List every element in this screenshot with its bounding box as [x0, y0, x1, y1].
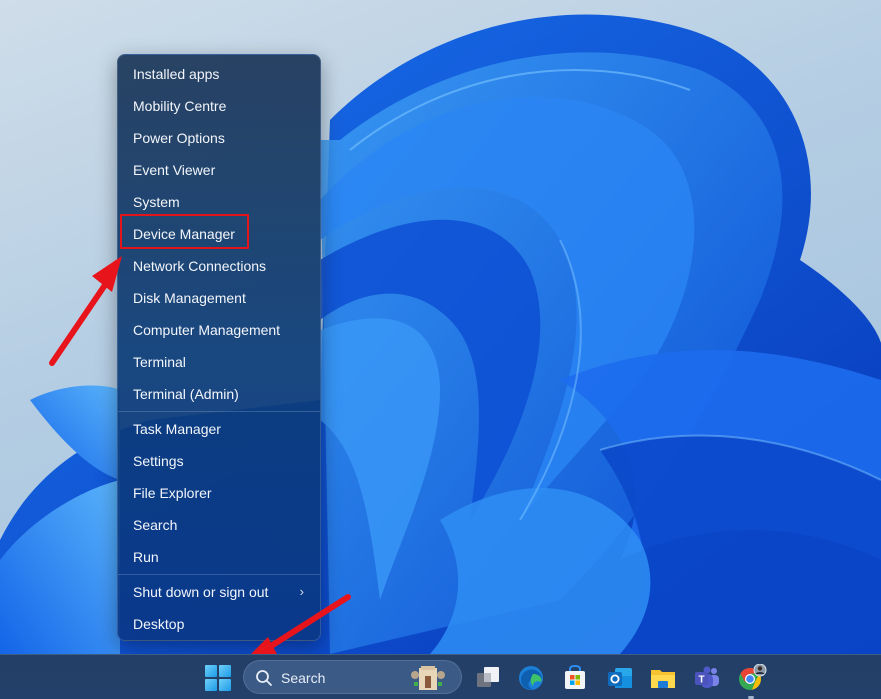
- menu-item-shut-down-or-sign-out[interactable]: Shut down or sign out ›: [118, 576, 320, 608]
- menu-item-installed-apps[interactable]: Installed apps: [118, 58, 320, 90]
- task-view-icon: [477, 667, 499, 687]
- taskbar-app-teams[interactable]: T: [693, 664, 721, 692]
- menu-item-desktop[interactable]: Desktop: [118, 608, 320, 640]
- folder-icon: [651, 670, 675, 688]
- taskbar-app-chrome[interactable]: [737, 663, 767, 692]
- menu-item-run[interactable]: Run: [118, 541, 320, 573]
- menu-item-network-connections[interactable]: Network Connections: [118, 250, 320, 282]
- start-button[interactable]: [205, 665, 231, 691]
- teams-icon: T: [695, 666, 719, 688]
- search-highlight-illustration-icon: [411, 666, 445, 690]
- menu-item-terminal[interactable]: Terminal: [118, 346, 320, 378]
- menu-item-file-explorer[interactable]: File Explorer: [118, 477, 320, 509]
- chrome-icon: [739, 663, 767, 690]
- menu-item-event-viewer[interactable]: Event Viewer: [118, 154, 320, 186]
- search-icon: [256, 670, 272, 686]
- menu-separator: [118, 411, 320, 412]
- menu-item-disk-management[interactable]: Disk Management: [118, 282, 320, 314]
- menu-separator: [118, 574, 320, 575]
- outlook-icon: [608, 668, 632, 688]
- windows-logo-icon: [205, 665, 231, 691]
- menu-item-device-manager[interactable]: Device Manager: [118, 218, 320, 250]
- menu-item-power-options[interactable]: Power Options: [118, 122, 320, 154]
- menu-item-system[interactable]: System: [118, 186, 320, 218]
- store-icon: [565, 664, 585, 689]
- menu-item-search[interactable]: Search: [118, 509, 320, 541]
- taskbar-app-task-view[interactable]: [474, 664, 502, 692]
- chevron-right-icon: ›: [299, 584, 304, 599]
- taskbar-app-edge[interactable]: [517, 664, 545, 692]
- menu-item-settings[interactable]: Settings: [118, 445, 320, 477]
- power-user-menu: Installed apps Mobility Centre Power Opt…: [117, 54, 321, 641]
- svg-text:T: T: [698, 675, 704, 686]
- taskbar-app-file-explorer[interactable]: [649, 664, 677, 692]
- menu-item-mobility-centre[interactable]: Mobility Centre: [118, 90, 320, 122]
- menu-item-task-manager[interactable]: Task Manager: [118, 413, 320, 445]
- menu-item-terminal-admin[interactable]: Terminal (Admin): [118, 378, 320, 410]
- edge-icon: [519, 666, 543, 690]
- menu-item-label: Shut down or sign out: [133, 584, 269, 600]
- taskbar-app-store[interactable]: [561, 664, 589, 692]
- taskbar-search-box[interactable]: Search: [243, 660, 462, 694]
- menu-item-computer-management[interactable]: Computer Management: [118, 314, 320, 346]
- taskbar-app-outlook[interactable]: [606, 664, 634, 692]
- search-placeholder: Search: [281, 670, 326, 686]
- taskbar: Search T: [0, 654, 881, 699]
